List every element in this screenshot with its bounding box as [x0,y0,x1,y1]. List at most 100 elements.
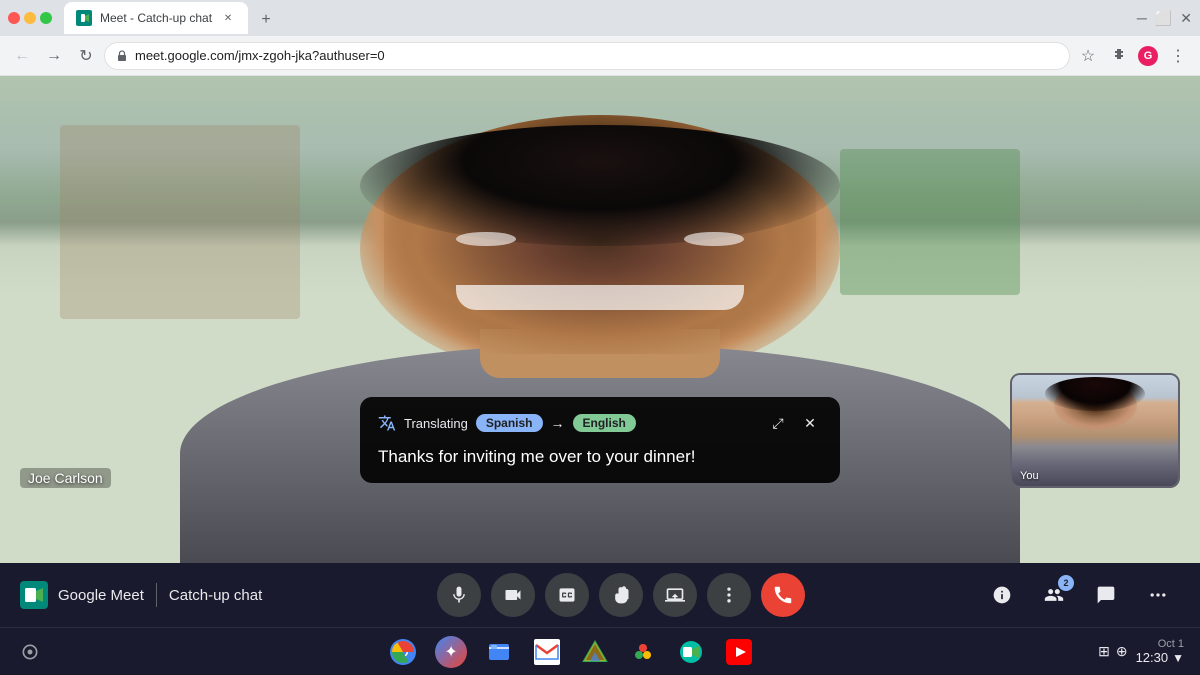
translation-overlay: Translating Spanish → English ⤢ ✕ Thanks… [360,397,840,483]
participant-name-label: Joe Carlson [20,468,111,488]
translation-header: Translating Spanish → English ⤢ ✕ [378,411,822,435]
shelf-decoration [60,125,300,320]
right-controls: 2 [980,573,1180,617]
close-overlay-button[interactable]: ✕ [798,411,822,435]
plant-decoration [840,149,1020,295]
minimize-window-button[interactable] [24,12,36,24]
chat-icon [1096,585,1116,605]
captions-icon [557,585,577,605]
restore-button[interactable]: ⬜ [1155,10,1172,27]
close-button[interactable]: ✕ [1180,10,1192,27]
display-icon[interactable]: ⊞ [1098,643,1110,660]
translation-controls: ⤢ ✕ [766,411,822,435]
call-info-button[interactable] [980,573,1024,617]
window-controls [8,12,52,24]
meet-divider [156,583,157,607]
taskbar-right: ⊞ ⊕ Oct 1 12:30 ▼ [1098,638,1184,665]
call-controls [262,573,980,617]
raise-hand-button[interactable] [599,573,643,617]
menu-button[interactable]: ⋮ [1164,42,1192,70]
wifi-icon: ▼ [1172,651,1184,665]
translate-icon [378,414,396,432]
extensions-button[interactable] [1104,42,1132,70]
main-video-area: Joe Carlson Translating Spanish → Englis… [0,76,1200,563]
end-call-button[interactable] [761,573,805,617]
close-window-button[interactable] [8,12,20,24]
maximize-window-button[interactable] [40,12,52,24]
bookmark-button[interactable]: ☆ [1074,42,1102,70]
present-icon [665,585,685,605]
tab-close-button[interactable]: ✕ [220,10,236,26]
profile-button[interactable]: G [1134,42,1162,70]
title-bar: Meet - Catch-up chat ✕ + ─ ⬜ ✕ [0,0,1200,36]
tab-title: Meet - Catch-up chat [100,11,212,25]
puzzle-icon [1109,47,1127,65]
forward-button[interactable]: → [40,42,68,70]
more-vert-icon [719,585,739,605]
taskbar-left [16,638,44,666]
system-tray-icons: ⊞ ⊕ [1098,643,1127,660]
camera-button[interactable] [491,573,535,617]
clock-area: Oct 1 12:30 ▼ [1136,638,1184,665]
tab-favicon [76,10,92,26]
browser-nav-icons: ☆ G ⋮ [1074,42,1192,70]
nav-bar: ← → ↻ meet.google.com/jmx-zgoh-jka?authu… [0,36,1200,76]
microphone-button[interactable] [437,573,481,617]
meet-app: Joe Carlson Translating Spanish → Englis… [0,76,1200,627]
meet-call-title: Catch-up chat [169,587,262,604]
activities-button[interactable] [1136,573,1180,617]
meet-app-icon[interactable] [675,636,707,668]
gemini-app-icon[interactable]: ✦ [435,636,467,668]
gmail-app-icon[interactable] [531,636,563,668]
translating-label: Translating [404,416,468,431]
youtube-app-icon[interactable] [723,636,755,668]
self-video-thumbnail: You [1010,373,1180,488]
smile [456,285,744,309]
present-button[interactable] [653,573,697,617]
activities-icon [1148,585,1168,605]
microphone-icon [449,585,469,605]
video-background [0,76,1200,563]
photos-app-icon[interactable] [627,636,659,668]
info-icon [992,585,1012,605]
from-language-badge[interactable]: Spanish [476,414,543,432]
self-hair [1045,377,1145,410]
activity-icon [20,642,40,662]
taskbar-date: Oct 1 [1136,638,1184,650]
expand-overlay-button[interactable]: ⤢ [766,411,790,435]
video-section: Joe Carlson Translating Spanish → Englis… [0,76,1200,563]
people-button[interactable]: 2 [1032,573,1076,617]
arrow-icon: → [551,415,565,431]
camera-icon [503,585,523,605]
taskbar-time: 12:30 [1136,650,1169,665]
files-app-icon[interactable] [483,636,515,668]
drive-app-icon[interactable] [579,636,611,668]
meet-bottom-bar: Google Meet Catch-up chat [0,563,1200,627]
address-bar[interactable]: meet.google.com/jmx-zgoh-jka?authuser=0 [104,42,1070,70]
taskbar: ✦ [0,627,1200,675]
minimize-button[interactable]: ─ [1137,10,1147,26]
raise-hand-icon [611,585,631,605]
taskbar-apps: ✦ [44,636,1098,668]
meet-logo [20,581,48,609]
chrome-app-icon[interactable] [387,636,419,668]
hair [360,125,840,247]
new-tab-button[interactable]: + [252,6,280,34]
meet-logo-area: Google Meet [20,581,144,609]
chat-button[interactable] [1084,573,1128,617]
translation-text: Thanks for inviting me over to your dinn… [378,445,822,469]
captions-button[interactable] [545,573,589,617]
meet-brand-label: Google Meet [58,587,144,604]
url-display: meet.google.com/jmx-zgoh-jka?authuser=0 [135,48,1059,63]
to-language-badge[interactable]: English [573,414,636,432]
end-call-icon [772,584,794,606]
more-options-button[interactable] [707,573,751,617]
reload-button[interactable]: ↻ [72,42,100,70]
system-tray-left-icon[interactable] [16,638,44,666]
back-button[interactable]: ← [8,42,36,70]
self-video-label: You [1020,470,1039,482]
people-count-badge: 2 [1058,575,1074,591]
add-icon[interactable]: ⊕ [1116,643,1128,660]
secure-icon [115,49,129,63]
active-tab[interactable]: Meet - Catch-up chat ✕ [64,2,248,34]
